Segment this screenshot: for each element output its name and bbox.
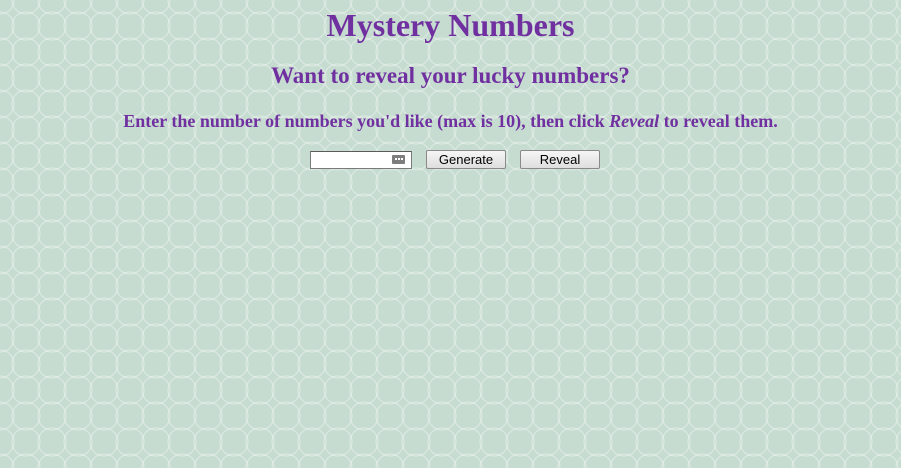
- page: Mystery Numbers Want to reveal your luck…: [0, 0, 901, 468]
- number-input[interactable]: [319, 152, 403, 169]
- page-title: Mystery Numbers: [326, 7, 575, 43]
- controls-row: Generate Reveal: [0, 150, 901, 169]
- instructions-text: Enter the number of numbers you'd like (…: [0, 109, 901, 133]
- instructions-before: Enter the number of numbers you'd like (…: [123, 111, 610, 131]
- reveal-button[interactable]: Reveal: [520, 150, 600, 169]
- input-picker-icon[interactable]: [392, 154, 405, 164]
- page-subtitle: Want to reveal your lucky numbers?: [271, 63, 630, 88]
- instructions-emphasis: Reveal: [609, 111, 660, 131]
- number-input-wrapper: [310, 150, 412, 169]
- instructions-after: to reveal them.: [659, 111, 778, 131]
- generate-button[interactable]: Generate: [426, 150, 506, 169]
